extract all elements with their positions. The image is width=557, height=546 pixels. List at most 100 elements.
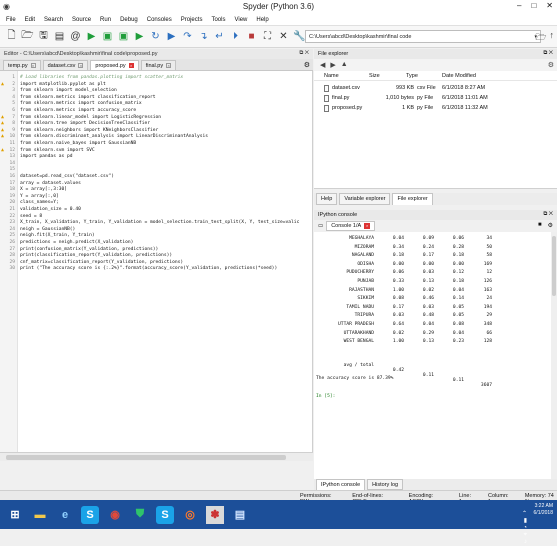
menu-tools[interactable]: Tools: [211, 17, 225, 23]
maximize-pane-icon[interactable]: ⛶: [262, 30, 273, 44]
close-tab-icon[interactable]: ×: [78, 63, 84, 68]
media-player-icon[interactable]: ◎: [181, 506, 199, 524]
open-file-icon[interactable]: 🗁: [21, 30, 33, 44]
run-cell-advance-icon[interactable]: ▣: [118, 30, 129, 44]
code-line[interactable]: 22 seed = 8: [0, 214, 312, 220]
maximize-button[interactable]: □: [531, 1, 536, 10]
code-line[interactable]: ▲ 9 from sklearn.neighbors import KNeighbo…: [0, 127, 312, 134]
file-explorer-taskbar-icon[interactable]: ▬: [31, 506, 49, 524]
code-line[interactable]: 25 neigh.fit(X_train, Y_train): [0, 233, 312, 239]
code-line[interactable]: 18 X = array[:,3:30]: [0, 187, 312, 193]
tab-help[interactable]: Help: [316, 193, 338, 205]
code-line[interactable]: ▲ 12 from sklearn.svm import SVC: [0, 147, 312, 154]
code-editor[interactable]: 1 # Load libraries from pandas.plotting i…: [0, 71, 313, 461]
spyder-taskbar-icon[interactable]: ✽: [206, 505, 224, 524]
menu-edit[interactable]: Edit: [25, 17, 35, 23]
column-name[interactable]: Name: [324, 73, 339, 79]
code-line[interactable]: 27 print(confusion_matrix(Y_validation, p…: [0, 247, 312, 253]
code-line[interactable]: 3 from sklearn import model_selection: [0, 88, 312, 94]
close-tab-icon[interactable]: ×: [166, 63, 172, 68]
stop-debug-icon[interactable]: ■: [246, 30, 257, 44]
code-line[interactable]: 4 from sklearn.metrics import classificat…: [0, 95, 312, 101]
gear-icon[interactable]: ⚙: [548, 222, 553, 229]
parent-dir-icon[interactable]: ▲: [341, 61, 348, 69]
tab-variable-explorer[interactable]: Variable explorer: [339, 193, 391, 205]
code-line[interactable]: ▲ 8 from sklearn.tree import DecisionTreeC…: [0, 120, 312, 127]
column-size[interactable]: Size: [369, 73, 380, 79]
preferences-icon[interactable]: 🔧: [293, 30, 305, 44]
tab-file-explorer[interactable]: File explorer: [392, 193, 433, 205]
code-line[interactable]: ▲ 10 from sklearn.discriminant_analysis im…: [0, 133, 312, 140]
code-line[interactable]: 26 predictions = neigh.predict(X_validati…: [0, 240, 312, 246]
code-line[interactable]: 6 from sklearn.metrics import accuracy_sc…: [0, 108, 312, 114]
close-button[interactable]: ✕: [546, 1, 553, 10]
console-vertical-scrollbar[interactable]: [551, 232, 557, 479]
code-line[interactable]: 14: [0, 161, 312, 167]
menu-projects[interactable]: Projects: [181, 17, 203, 23]
column-type[interactable]: Type: [406, 73, 418, 79]
tab-dataset[interactable]: dataset.csv ×: [42, 60, 89, 70]
skype-taskbar-icon-2[interactable]: S: [156, 505, 174, 524]
code-line[interactable]: 1 # Load libraries from pandas.plotting i…: [0, 75, 312, 81]
tab-temp[interactable]: temp.py ×: [3, 60, 41, 70]
code-line[interactable]: 13 import pandas as pd: [0, 154, 312, 160]
run-cell-icon[interactable]: ▣: [102, 30, 113, 44]
notepad-icon[interactable]: ▤: [231, 506, 249, 524]
edge-browser-icon[interactable]: e: [56, 506, 74, 524]
code-line[interactable]: 28 print(classification_report(Y_validati…: [0, 253, 312, 259]
editor-horizontal-scrollbar[interactable]: [0, 452, 313, 461]
tab-ipython-console[interactable]: IPython console: [316, 479, 366, 490]
tab-final[interactable]: final.py ×: [140, 60, 177, 70]
close-tab-icon[interactable]: ×: [364, 223, 371, 229]
step-icon[interactable]: ↷: [182, 30, 193, 44]
code-line[interactable]: 23 X_train, X_validation, Y_train, Y_vali…: [0, 220, 312, 226]
code-line[interactable]: 16 dataset=pd.read_csv("dataset.csv"): [0, 174, 312, 180]
tab-console-1[interactable]: Console 1/A ×: [326, 221, 376, 231]
rerun-icon[interactable]: ↻: [150, 30, 161, 44]
step-return-icon[interactable]: ↵: [214, 30, 225, 44]
skype-icon[interactable]: S: [81, 505, 99, 524]
code-line[interactable]: 20 class_names=Y;: [0, 200, 312, 206]
windows-start-icon[interactable]: ⊞: [6, 506, 24, 524]
column-date[interactable]: Date Modified: [442, 73, 476, 79]
working-directory-input[interactable]: C:\Users\abcd\Desktop\kashmir\final code…: [305, 30, 541, 43]
file-row[interactable]: final.py 1,010 bytes py File 6/1/2018 11…: [314, 95, 557, 103]
run-icon[interactable]: ▶: [86, 30, 97, 44]
code-line[interactable]: 30 print ("The accuracy score is {:.2%}".…: [0, 266, 312, 272]
file-row[interactable]: proposed.py 1 KB py File 6/1/2018 11:32 …: [314, 105, 557, 113]
chrome-icon[interactable]: ◉: [106, 506, 124, 524]
menu-help[interactable]: Help: [256, 17, 268, 23]
code-line[interactable]: ▲ 7 from sklearn.linear_model import Logis…: [0, 114, 312, 121]
menu-run[interactable]: Run: [100, 17, 111, 23]
menu-debug[interactable]: Debug: [120, 17, 138, 23]
code-line[interactable]: 11 from sklearn.naive_bayes import Gaussi…: [0, 141, 312, 147]
menu-search[interactable]: Search: [44, 17, 63, 23]
menu-view[interactable]: View: [234, 17, 247, 23]
minimize-button[interactable]: –: [517, 1, 521, 10]
input-prompt[interactable]: In [5]:: [316, 394, 552, 402]
save-icon[interactable]: 🖫: [38, 30, 49, 44]
code-line[interactable]: 15: [0, 167, 312, 173]
debug-icon[interactable]: ▶: [166, 30, 177, 44]
browse-folder-icon[interactable]: 🗁: [535, 30, 546, 46]
console-output[interactable]: MEGHALAYA 0.04 0.09 0.06 34 MIZORAM 0.34 0.24 0.…: [314, 232, 557, 479]
close-tab-icon[interactable]: ×: [30, 63, 36, 68]
file-row[interactable]: dataset.csv 993 KB csv File 6/1/2018 8:2…: [314, 85, 557, 93]
back-icon[interactable]: ◀: [320, 61, 325, 69]
forward-icon[interactable]: ▶: [330, 61, 335, 69]
code-line[interactable]: 24 neigh = GaussianNB(): [0, 227, 312, 233]
at-icon[interactable]: @: [70, 30, 81, 44]
menu-consoles[interactable]: Consoles: [147, 17, 172, 23]
gear-icon[interactable]: ⚙: [304, 61, 310, 69]
code-line[interactable]: 21 validation_size = 0.40: [0, 207, 312, 213]
stop-icon[interactable]: ■: [538, 222, 542, 229]
gear-icon[interactable]: ⚙: [548, 61, 554, 69]
step-into-icon[interactable]: ↴: [198, 30, 209, 44]
new-file-icon[interactable]: 🗋: [6, 30, 17, 44]
up-arrow-icon[interactable]: ↑: [550, 30, 555, 46]
menu-source[interactable]: Source: [72, 17, 91, 23]
undock-icon[interactable]: ⧉ ✕: [299, 50, 309, 57]
code-line[interactable]: 29 cnf_matrix=classification_report(Y_val…: [0, 260, 312, 266]
continue-icon[interactable]: ⏵: [230, 30, 241, 44]
menu-file[interactable]: File: [6, 17, 16, 23]
